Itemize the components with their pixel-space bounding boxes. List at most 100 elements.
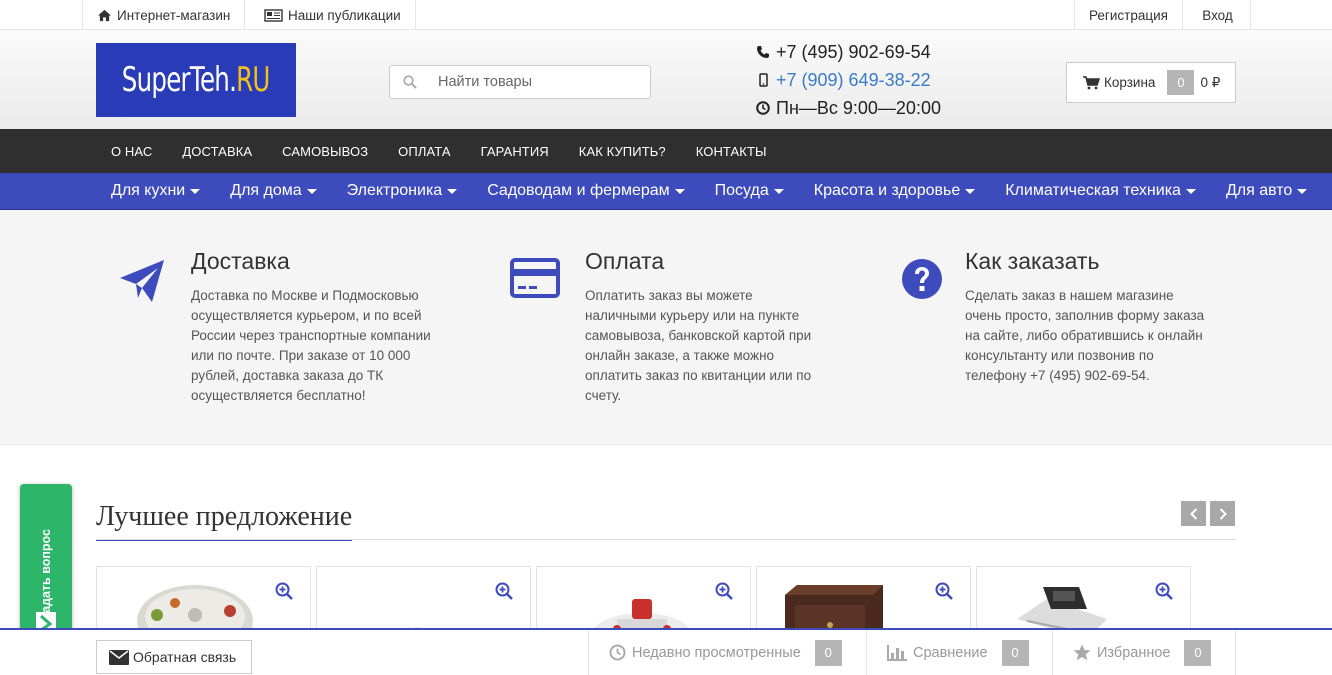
search-box	[389, 65, 651, 99]
publications-link-label: Наши публикации	[288, 7, 401, 23]
cart-sum: 0 ₽	[1200, 74, 1221, 90]
catalog-item-label: Электроника	[346, 182, 443, 199]
login-link[interactable]: Вход	[1185, 0, 1251, 30]
catalog-item-garden[interactable]: Садоводам и фермерам	[472, 182, 699, 200]
zoom-in-icon[interactable]	[935, 582, 953, 600]
favorites-label: Избранное	[1097, 644, 1171, 661]
carousel-prev-button[interactable]	[1181, 501, 1206, 526]
caret-down-icon	[1297, 188, 1308, 194]
menu-item-contacts[interactable]: Контакты	[681, 144, 782, 159]
payment-title: Оплата	[585, 248, 665, 274]
contacts: +7 (495) 902-69-54 +7 (909) 649-38-22 Пн…	[756, 38, 941, 122]
shop-link[interactable]: Интернет-магазин	[82, 0, 246, 30]
bottom-bar: Обратная связь Недавно просмотренные 0 С…	[0, 628, 1332, 675]
delivery-title: Доставка	[191, 248, 290, 274]
ask-question-label: задать вопрос	[39, 529, 53, 619]
header: SuperTeh.RU +7 (495) 902-69-54 +7 (909) …	[0, 30, 1332, 129]
compare-button[interactable]: Сравнение 0	[866, 630, 1052, 675]
catalog-item-kitchen[interactable]: Для кухни	[96, 182, 215, 200]
caret-down-icon	[447, 188, 458, 194]
newspaper-icon	[264, 8, 283, 22]
search-icon[interactable]	[390, 75, 430, 89]
catalog-item-beauty[interactable]: Красота и здоровье	[799, 182, 990, 200]
site-logo[interactable]: SuperTeh.RU	[96, 43, 296, 117]
phone-icon	[757, 46, 769, 58]
menu-item-pickup[interactable]: Самовывоз	[267, 144, 383, 159]
clock-icon	[609, 644, 626, 661]
login-link-label: Вход	[1202, 7, 1233, 23]
home-icon	[98, 9, 111, 21]
catalog-item-label: Садоводам и фермерам	[487, 182, 670, 199]
register-link-label: Регистрация	[1089, 7, 1168, 23]
compare-count: 0	[1001, 639, 1029, 666]
caret-down-icon	[773, 188, 784, 194]
caret-down-icon	[306, 188, 317, 194]
mobile-number[interactable]: +7 (909) 649-38-22	[776, 66, 931, 94]
menu-item-how-to-buy[interactable]: Как купить?	[564, 144, 681, 159]
search-input[interactable]	[430, 74, 630, 90]
catalog-item-auto[interactable]: Для авто	[1211, 182, 1322, 200]
compare-label: Сравнение	[913, 644, 988, 661]
catalog-item-home[interactable]: Для дома	[215, 182, 331, 200]
shop-link-label: Интернет-магазин	[117, 7, 231, 23]
zoom-in-icon[interactable]	[715, 582, 733, 600]
caret-down-icon	[190, 188, 201, 194]
divider	[96, 539, 1236, 540]
question-circle-icon	[902, 259, 942, 299]
catalog-item-climate[interactable]: Климатическая техника	[990, 182, 1211, 200]
paper-plane-icon	[120, 260, 164, 302]
publications-link[interactable]: Наши публикации	[250, 0, 416, 30]
caret-down-icon	[674, 188, 685, 194]
catalog-menu: Для кухни Для дома Электроника Садоводам…	[0, 173, 1332, 210]
cart-button[interactable]: Корзина 0 0 ₽	[1066, 62, 1236, 103]
catalog-item-label: Климатическая техника	[1005, 182, 1181, 199]
catalog-item-electronics[interactable]: Электроника	[332, 182, 473, 200]
mobile-row: +7 (909) 649-38-22	[756, 66, 941, 94]
logo-suffix: RU	[236, 60, 270, 100]
recently-viewed-label: Недавно просмотренные	[632, 644, 801, 661]
menu-item-payment[interactable]: Оплата	[383, 144, 465, 159]
phone-number[interactable]: +7 (495) 902-69-54	[776, 38, 931, 66]
best-offer-title: Лучшее предложение	[96, 501, 353, 541]
catalog-item-label: Красота и здоровье	[813, 182, 961, 199]
register-link[interactable]: Регистрация	[1074, 0, 1183, 30]
chevron-left-icon	[1189, 507, 1197, 520]
favorites-count: 0	[1184, 639, 1212, 666]
credit-card-icon	[510, 258, 560, 298]
envelope-icon	[109, 649, 129, 665]
caret-down-icon	[1185, 188, 1196, 194]
cart-count-badge: 0	[1167, 70, 1195, 95]
favorites-button[interactable]: Избранное 0	[1052, 630, 1236, 675]
logo-text: SuperTeh.	[122, 60, 237, 100]
zoom-in-icon[interactable]	[275, 582, 293, 600]
bar-chart-icon	[887, 644, 907, 661]
payment-text: Оплатить заказ вы можете наличными курье…	[585, 288, 812, 403]
delivery-text: Доставка по Москве и Подмосковью осущест…	[191, 288, 431, 403]
phone-row: +7 (495) 902-69-54	[756, 38, 941, 66]
chevron-right-icon	[1219, 507, 1227, 520]
catalog-item-label: Для кухни	[111, 182, 186, 199]
star-icon	[1073, 644, 1091, 661]
cart-label: Корзина	[1104, 75, 1156, 90]
info-menu: О нас Доставка Самовывоз Оплата Гарантия…	[0, 129, 1332, 173]
catalog-item-label: Для авто	[1225, 182, 1293, 199]
catalog-item-label: Посуда	[714, 182, 769, 199]
feedback-button[interactable]: Обратная связь	[96, 640, 252, 674]
zoom-in-icon[interactable]	[495, 582, 513, 600]
menu-item-delivery[interactable]: Доставка	[167, 144, 267, 159]
mobile-icon	[759, 73, 768, 87]
catalog-item-label: Для дома	[230, 182, 302, 199]
carousel-next-button[interactable]	[1210, 501, 1235, 526]
menu-item-warranty[interactable]: Гарантия	[466, 144, 564, 159]
menu-item-about[interactable]: О нас	[96, 144, 167, 159]
order-title: Как заказать	[965, 248, 1100, 274]
clock-icon	[756, 101, 770, 115]
catalog-item-dishes[interactable]: Посуда	[700, 182, 799, 200]
hours-row: Пн—Вс 9:00—20:00	[756, 94, 941, 122]
caret-down-icon	[965, 188, 976, 194]
feedback-label: Обратная связь	[133, 649, 237, 665]
recently-viewed-button[interactable]: Недавно просмотренные 0	[588, 630, 866, 675]
order-text: Сделать заказ в нашем магазине очень про…	[965, 288, 1205, 383]
zoom-in-icon[interactable]	[1155, 582, 1173, 600]
working-hours: Пн—Вс 9:00—20:00	[776, 98, 941, 118]
